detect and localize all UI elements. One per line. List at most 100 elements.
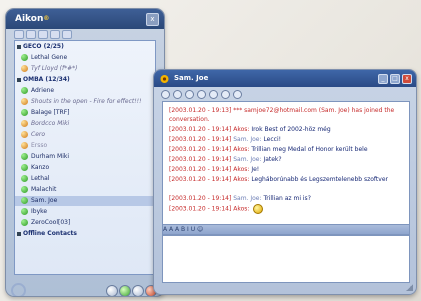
contact-item[interactable]: Bordcco Miki xyxy=(15,119,155,129)
contact-item[interactable]: Durham Miki xyxy=(15,152,155,162)
message-sender: Sam. Joe: xyxy=(233,136,264,143)
buddy-bottom-bar xyxy=(6,264,164,296)
chat-message: [2003.01.20 - 19:14] Akos: Je! xyxy=(169,165,405,174)
contact-name: Lethal Gene xyxy=(31,54,68,61)
toolbar-button[interactable] xyxy=(185,90,194,99)
app-title: Aikon xyxy=(15,14,44,24)
message-timestamp: [2003.01.20 - 19:14] xyxy=(169,156,234,163)
chat-message: [2003.01.20 - 19:14] Akos: Legháborúnabb… xyxy=(169,175,405,184)
toolbar-button[interactable] xyxy=(161,90,170,99)
chat-message: [2003.01.20 - 19:14] Sam. Joe: Trillian … xyxy=(169,194,405,203)
toolbar-button[interactable] xyxy=(209,90,218,99)
toolbar-button[interactable] xyxy=(233,90,242,99)
contact-name: Ersso xyxy=(31,142,48,149)
expand-icon xyxy=(17,44,21,49)
flower-icon xyxy=(21,219,28,226)
message-timestamp: [2003.01.20 - 19:14] xyxy=(169,205,234,213)
flower-icon xyxy=(21,120,28,127)
flower-icon xyxy=(21,109,28,116)
toolbar-button[interactable] xyxy=(173,90,182,99)
close-button[interactable]: x xyxy=(402,74,412,84)
toolbar-button[interactable] xyxy=(38,30,48,39)
contact-name: Adriene xyxy=(31,87,55,94)
buddy-window-titlebar[interactable]: Aikon® xyxy=(6,9,164,29)
maximize-button[interactable]: □ xyxy=(390,74,400,84)
message-sender: Sam. Joe: xyxy=(233,195,264,202)
contact-item[interactable]: Cero xyxy=(15,130,155,140)
chat-log[interactable]: [2003.01.20 - 19:13] *** samjoe72@hotmai… xyxy=(162,101,410,225)
message-text: Je! xyxy=(251,166,260,173)
expand-icon xyxy=(17,77,21,82)
flower-icon xyxy=(21,65,28,72)
chat-message: [2003.01.20 - 19:14] Akos: xyxy=(169,204,405,214)
message-timestamp: [2003.01.20 - 19:14] xyxy=(169,166,234,173)
round-button[interactable] xyxy=(132,285,144,296)
contact-list[interactable]: GECO (2/25) Lethal Gene Tyf Lloyd (f*#*) OM… xyxy=(14,40,156,275)
message-sender: Sam. Joe: xyxy=(233,156,264,163)
contact-name: Shouts in the open - Fire for effect!!! xyxy=(31,98,142,105)
contact-group[interactable]: GECO (2/25) xyxy=(15,42,155,52)
contact-item[interactable]: Adriene xyxy=(15,86,155,96)
message-text: Irok Best of 2002-höz még xyxy=(251,126,331,133)
chat-message: [2003.01.20 - 19:14] Akos: Irok Best of … xyxy=(169,125,405,134)
contact-group[interactable]: Offline Contacts xyxy=(15,229,155,239)
toolbar-button[interactable] xyxy=(221,90,230,99)
toolbar-button[interactable] xyxy=(197,90,206,99)
contact-item[interactable]: Tyf Lloyd (f*#*) xyxy=(15,64,155,74)
contact-item[interactable]: ZeroCool[03] xyxy=(15,218,155,228)
online-status-button[interactable] xyxy=(119,285,131,296)
contact-name: Sam. Joe xyxy=(31,197,58,204)
message-text: Lecci! xyxy=(263,136,282,143)
smiley-icon xyxy=(253,204,264,214)
contact-name: Durham Miki xyxy=(31,153,70,160)
flower-icon xyxy=(21,175,28,182)
message-sender: Akos: xyxy=(233,205,252,213)
message-timestamp: [2003.01.20 - 19:14] xyxy=(169,146,234,153)
chat-window-titlebar[interactable]: Sam. Joe xyxy=(154,70,416,87)
contact-item[interactable]: Ibyke xyxy=(15,207,155,217)
contact-item[interactable]: Ersso xyxy=(15,141,155,151)
toolbar-button[interactable] xyxy=(26,30,36,39)
message-timestamp: [2003.01.20 - 19:14] xyxy=(169,176,234,183)
contact-name: Kanzo xyxy=(31,164,50,171)
contact-item[interactable]: Malachit xyxy=(15,185,155,195)
contact-item[interactable]: Shouts in the open - Fire for effect!!! xyxy=(15,97,155,107)
round-button[interactable] xyxy=(106,285,118,296)
message-timestamp: [2003.01.20 - 19:14] xyxy=(169,136,234,143)
resize-grip-icon[interactable] xyxy=(406,284,413,291)
contact-group[interactable]: OMBA (12/34) xyxy=(15,75,155,85)
close-icon[interactable]: x xyxy=(146,13,159,26)
message-text: Jatek? xyxy=(263,156,282,163)
contact-item[interactable]: Kanzo xyxy=(15,163,155,173)
toolbar-button[interactable] xyxy=(14,30,24,39)
message-sender: Akos: xyxy=(233,166,252,173)
group-label: GECO (2/25) xyxy=(23,43,64,50)
group-label: Offline Contacts xyxy=(23,230,77,237)
contact-item[interactable]: Sam. Joe xyxy=(15,196,155,206)
flower-icon xyxy=(21,164,28,171)
flower-icon xyxy=(21,98,28,105)
contact-item[interactable]: Lethal Gene xyxy=(15,53,155,63)
flower-icon xyxy=(21,197,28,204)
toolbar-button[interactable] xyxy=(62,30,72,39)
message-text: Trillian az mi is? xyxy=(263,195,311,202)
message-sender: Akos: xyxy=(233,146,252,153)
message-input[interactable] xyxy=(162,235,410,283)
message-timestamp: [2003.01.20 - 19:13] xyxy=(169,107,234,114)
app-logo-icon[interactable] xyxy=(11,283,26,296)
flower-icon xyxy=(21,131,28,138)
contact-name: Ibyke xyxy=(31,208,48,215)
format-toolbar[interactable]: A A A B I U ☺ xyxy=(162,224,410,235)
chat-title: Sam. Joe xyxy=(174,74,209,82)
message-text: Trillian meg Medal of Honor került bele xyxy=(251,146,368,153)
minimize-button[interactable]: _ xyxy=(378,74,388,84)
message-sender: Akos: xyxy=(233,176,252,183)
contact-name: Tyf Lloyd (f*#*) xyxy=(31,65,78,72)
toolbar-button[interactable] xyxy=(50,30,60,39)
app-title-mark: ® xyxy=(43,15,50,22)
chat-message: [2003.01.20 - 19:14] Sam. Joe: Jatek? xyxy=(169,155,405,164)
chat-message: [2003.01.20 - 19:14] Sam. Joe: Lecci! xyxy=(169,135,405,144)
buddy-list-window: Aikon® x GECO (2/25) Lethal Gene Tyf Lloyd… xyxy=(5,8,165,297)
contact-item[interactable]: Balage [TRF] xyxy=(15,108,155,118)
contact-item[interactable]: Lethal xyxy=(15,174,155,184)
